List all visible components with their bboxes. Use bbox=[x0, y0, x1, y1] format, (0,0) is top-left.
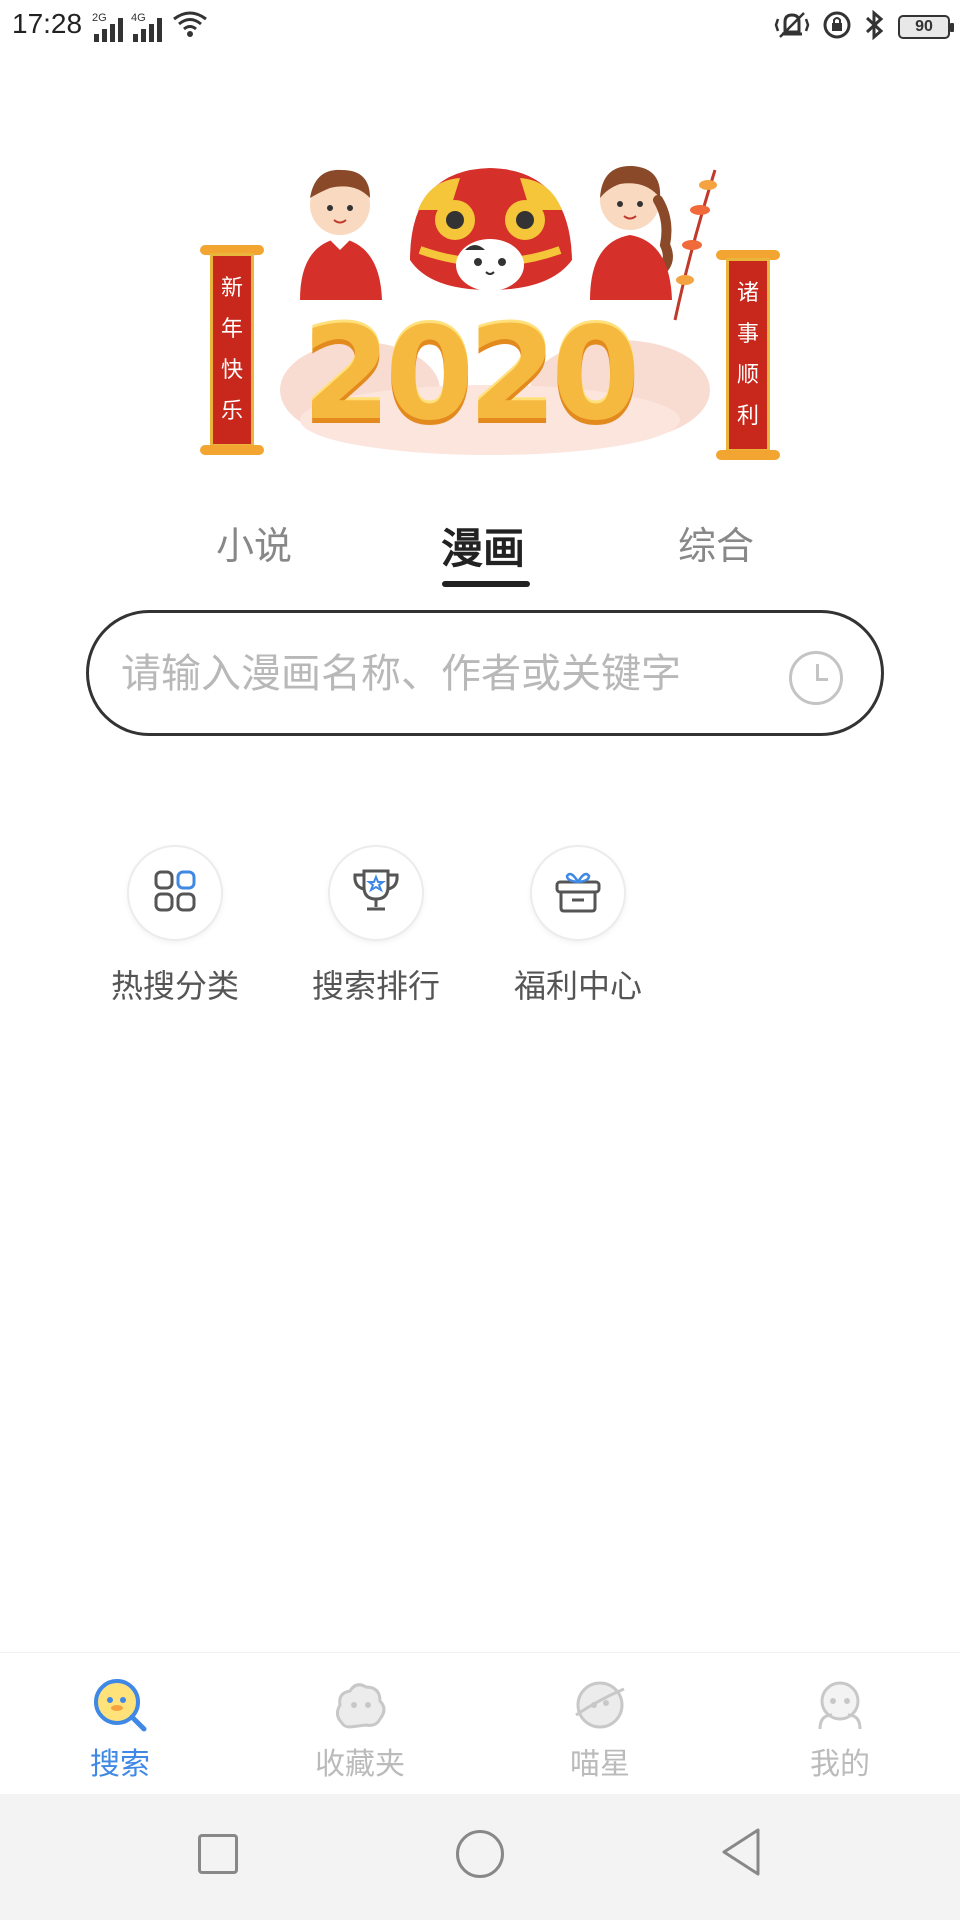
nav-meow-planet[interactable]: 喵星 bbox=[520, 1675, 680, 1783]
search-type-tabs: 小说 漫画 综合 bbox=[0, 515, 960, 587]
search-face-icon bbox=[90, 1675, 150, 1735]
grid-icon bbox=[153, 869, 197, 917]
quick-action-circle bbox=[530, 845, 626, 941]
nav-favorites[interactable]: 收藏夹 bbox=[280, 1675, 440, 1783]
new-year-banner: 新 年 快 乐 2020 诸 事 顺 利 bbox=[200, 150, 780, 460]
nav-label: 我的 bbox=[810, 1747, 870, 1782]
system-navigation-bar bbox=[0, 1794, 960, 1920]
couplet-char: 年 bbox=[220, 316, 243, 342]
couplet-char: 乐 bbox=[220, 398, 243, 424]
nav-label: 收藏夹 bbox=[315, 1747, 405, 1782]
vibrate-icon bbox=[774, 10, 810, 44]
signal-4g-tag: 4G bbox=[131, 12, 146, 24]
signal-2g-tag: 2G bbox=[92, 12, 107, 24]
trophy-icon bbox=[350, 867, 402, 919]
quick-action-circle bbox=[127, 845, 223, 941]
status-left-icons: 2G 4G bbox=[92, 10, 208, 42]
active-tab-indicator bbox=[442, 581, 530, 587]
quick-action-label: 搜索排行 bbox=[311, 967, 440, 1005]
status-right-icons: 90 bbox=[774, 9, 954, 44]
history-clock-icon[interactable] bbox=[789, 651, 843, 705]
rotation-lock-icon bbox=[822, 10, 852, 44]
couplet-char: 利 bbox=[736, 403, 759, 429]
tab-general[interactable]: 综合 bbox=[678, 515, 754, 570]
banner-illustration: 2020 bbox=[260, 150, 720, 460]
quick-action-circle bbox=[328, 845, 424, 941]
couplet-char: 诸 bbox=[736, 280, 759, 306]
left-couplet: 新 年 快 乐 bbox=[200, 245, 264, 455]
couplet-char: 顺 bbox=[736, 362, 759, 388]
search-box bbox=[86, 610, 884, 736]
nav-label: 搜索 bbox=[90, 1747, 150, 1782]
quick-action-hot-categories[interactable]: 热搜分类 bbox=[100, 845, 250, 1007]
cloud-face-icon bbox=[330, 1675, 390, 1735]
wifi-icon bbox=[172, 10, 208, 42]
banner-year: 2020 bbox=[302, 300, 640, 449]
user-face-icon bbox=[810, 1675, 870, 1735]
nav-search[interactable]: 搜索 bbox=[40, 1675, 200, 1783]
bluetooth-icon bbox=[864, 9, 886, 44]
nav-label: 喵星 bbox=[570, 1747, 630, 1782]
recent-apps-icon[interactable] bbox=[198, 1834, 238, 1874]
back-icon[interactable] bbox=[718, 1826, 764, 1882]
quick-action-welfare-center[interactable]: 福利中心 bbox=[503, 845, 653, 1007]
tab-novel[interactable]: 小说 bbox=[216, 515, 292, 570]
status-time: 17:28 bbox=[12, 8, 83, 39]
bottom-navigation: 搜索 收藏夹 喵星 我的 bbox=[0, 1652, 960, 1794]
couplet-char: 快 bbox=[220, 357, 243, 383]
quick-action-label: 福利中心 bbox=[513, 967, 642, 1005]
battery-indicator: 90 bbox=[898, 15, 954, 39]
right-couplet: 诸 事 顺 利 bbox=[716, 250, 780, 460]
nav-mine[interactable]: 我的 bbox=[760, 1675, 920, 1783]
couplet-char: 事 bbox=[736, 321, 759, 347]
signal-2g-icon: 2G bbox=[92, 12, 123, 42]
status-bar: 17:28 2G 4G 90 bbox=[0, 0, 960, 50]
search-input[interactable] bbox=[121, 643, 761, 705]
couplet-char: 新 bbox=[220, 275, 243, 301]
gift-icon bbox=[553, 868, 603, 918]
planet-icon bbox=[570, 1675, 630, 1735]
home-icon[interactable] bbox=[456, 1830, 504, 1878]
quick-action-label: 热搜分类 bbox=[110, 967, 239, 1005]
signal-4g-icon: 4G bbox=[131, 12, 162, 42]
battery-level: 90 bbox=[915, 18, 933, 35]
quick-action-search-ranking[interactable]: 搜索排行 bbox=[301, 845, 451, 1007]
tab-comic[interactable]: 漫画 bbox=[441, 515, 525, 576]
